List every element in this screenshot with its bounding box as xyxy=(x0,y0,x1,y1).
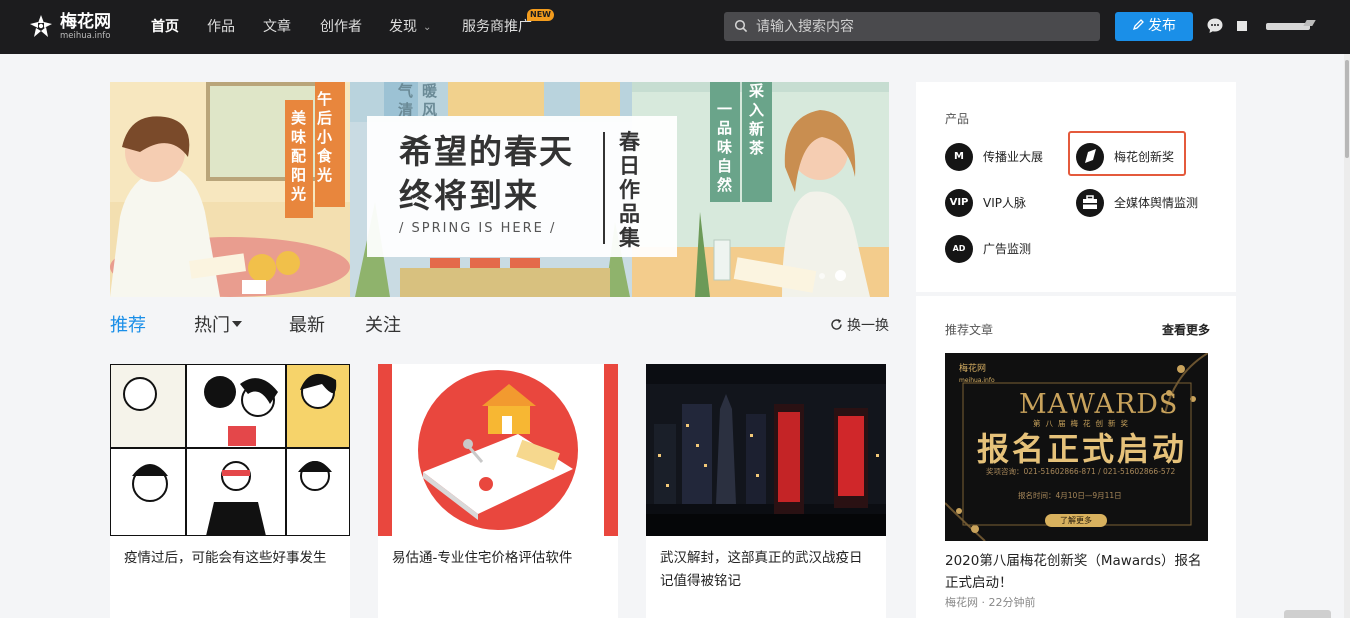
search-icon xyxy=(734,19,748,33)
nav-discover-label: 发现 xyxy=(389,19,417,35)
chevron-down-icon: ⌄ xyxy=(423,22,432,33)
ad-edition: 第八届梅花创新奖 xyxy=(1033,419,1133,428)
ad-monitor-icon: AD xyxy=(945,235,973,263)
pen-icon xyxy=(1132,19,1144,31)
ad-icon-text: AD xyxy=(952,244,966,253)
banner-collection-label: 春日作品集 xyxy=(619,130,640,250)
product-label: VIP人脉 xyxy=(983,196,1026,210)
top-navbar: 梅花网 meihua.info 首页 作品 文章 创作者 发现 ⌄ 服务商推广 N… xyxy=(0,0,1350,54)
products-heading: 产品 xyxy=(945,112,970,126)
banner-sign-taste: 一品味自然 xyxy=(717,100,733,194)
logo-domain: meihua.info xyxy=(60,31,111,41)
vip-icon-text: VIP xyxy=(949,197,969,208)
banner-sign-new-tea: 采入新茶 xyxy=(749,82,765,157)
ad-contact: 奖项咨询：021-51602866-871 / 021-51602866-572 xyxy=(986,467,1176,476)
ad-brand: 梅花网 meihua.info xyxy=(959,364,995,386)
user-menu-caret-icon xyxy=(1303,20,1316,26)
site-logo[interactable]: 梅花网 meihua.info xyxy=(28,12,118,42)
banner-sign-clear-air: 气清 xyxy=(398,82,414,119)
banner-title-line2: 终将到来 xyxy=(399,176,539,215)
back-to-top-button[interactable] xyxy=(1284,610,1331,618)
banner-divider xyxy=(603,132,605,244)
nav-discover[interactable]: 发现 ⌄ xyxy=(389,17,431,39)
carousel-dot[interactable] xyxy=(819,273,825,279)
ad-brand-name: 梅花网 xyxy=(959,364,987,374)
nav-works[interactable]: 作品 xyxy=(207,17,235,37)
refresh-label: 换一换 xyxy=(847,318,889,334)
tab-recommended[interactable]: 推荐 xyxy=(110,313,146,339)
nav-service-promotion[interactable]: 服务商推广 xyxy=(462,17,532,37)
vip-icon: VIP xyxy=(945,189,973,217)
nav-home[interactable]: 首页 xyxy=(151,17,179,37)
search-box[interactable] xyxy=(724,12,1100,41)
banner-sign-sunlight: 美味配阳光 xyxy=(291,109,307,203)
card-thumbnail xyxy=(378,364,618,536)
article-title[interactable]: 2020第八届梅花创新奖（Mawards）报名正式启动！ xyxy=(945,550,1210,594)
carousel-dot-active[interactable] xyxy=(835,270,846,281)
view-more-link[interactable]: 查看更多 xyxy=(1162,322,1210,338)
article-meta: 梅花网 · 22分钟前 xyxy=(945,596,1036,609)
recommended-heading: 推荐文章 xyxy=(945,323,994,337)
card-title[interactable]: 易估通-专业住宅价格评估软件 xyxy=(392,547,606,570)
notification-icon[interactable] xyxy=(1237,21,1247,31)
banner-sign-warm-wind: 暖风 xyxy=(422,82,438,119)
banner-sign-afternoon: 午后小食光 xyxy=(317,90,333,184)
work-card[interactable]: 易估通-专业住宅价格评估软件 xyxy=(378,364,618,618)
highlight-outline xyxy=(1068,131,1186,176)
card-thumbnail xyxy=(110,364,350,536)
banner-headline-card: 希望的春天 终将到来 / SPRING IS HERE / 春日作品集 xyxy=(367,116,677,257)
search-input[interactable] xyxy=(756,17,1086,37)
card-title[interactable]: 疫情过后，可能会有这些好事发生 xyxy=(124,547,338,570)
work-card[interactable]: 疫情过后，可能会有这些好事发生 xyxy=(110,364,350,618)
ad-brand-domain: meihua.info xyxy=(959,377,995,384)
refresh-icon xyxy=(831,319,842,330)
tab-hot[interactable]: 热门 xyxy=(194,313,242,339)
banner-title: 希望的春天 终将到来 xyxy=(399,130,599,218)
ad-date: 报名时间：4月10日—9月11日 xyxy=(1018,491,1122,500)
work-card[interactable]: 武汉解封，这部真正的武汉战疫日记值得被铭记 xyxy=(646,364,886,618)
ad-learn-more-button[interactable]: 了解更多 xyxy=(1045,514,1107,527)
publish-label: 发布 xyxy=(1148,18,1176,34)
chat-icon[interactable] xyxy=(1206,17,1224,35)
ad-headline: 报名正式启动 xyxy=(977,430,1188,468)
product-label: 传播业大展 xyxy=(983,150,1044,164)
banner-subtitle: / SPRING IS HERE / xyxy=(399,221,557,236)
nav-creators[interactable]: 创作者 xyxy=(320,17,362,37)
card-title[interactable]: 武汉解封，这部真正的武汉战疫日记值得被铭记 xyxy=(660,547,874,593)
product-label: 广告监测 xyxy=(983,242,1032,256)
article-cover-image[interactable]: 梅花网 meihua.info MAWARDS 第八届梅花创新奖 报名正式启动 … xyxy=(945,353,1208,541)
scrollbar-thumb[interactable] xyxy=(1345,60,1349,158)
new-badge: NEW xyxy=(527,9,554,21)
banner-title-line1: 希望的春天 xyxy=(399,132,574,171)
tab-hot-label: 热门 xyxy=(194,315,230,336)
briefcase-icon xyxy=(1076,189,1104,217)
tab-following[interactable]: 关注 xyxy=(365,313,401,339)
caret-down-icon xyxy=(232,321,242,327)
product-label: 全媒体舆情监测 xyxy=(1114,196,1199,210)
expo-icon-text: M xyxy=(954,151,964,162)
card-thumbnail xyxy=(646,364,886,536)
expo-icon: M xyxy=(945,143,973,171)
logo-name: 梅花网 xyxy=(60,12,111,32)
nav-articles[interactable]: 文章 xyxy=(263,17,291,37)
ad-mawards: MAWARDS xyxy=(1019,389,1179,420)
tab-latest[interactable]: 最新 xyxy=(289,313,325,339)
publish-button[interactable]: 发布 xyxy=(1115,12,1193,41)
refresh-button[interactable]: 换一换 xyxy=(830,316,889,336)
plum-flower-icon xyxy=(30,15,52,37)
hero-banner[interactable]: 午后小食光 美味配阳光 暖风 气清 一品味自然 采入新茶 希望的春天 终将到来 … xyxy=(110,82,889,297)
